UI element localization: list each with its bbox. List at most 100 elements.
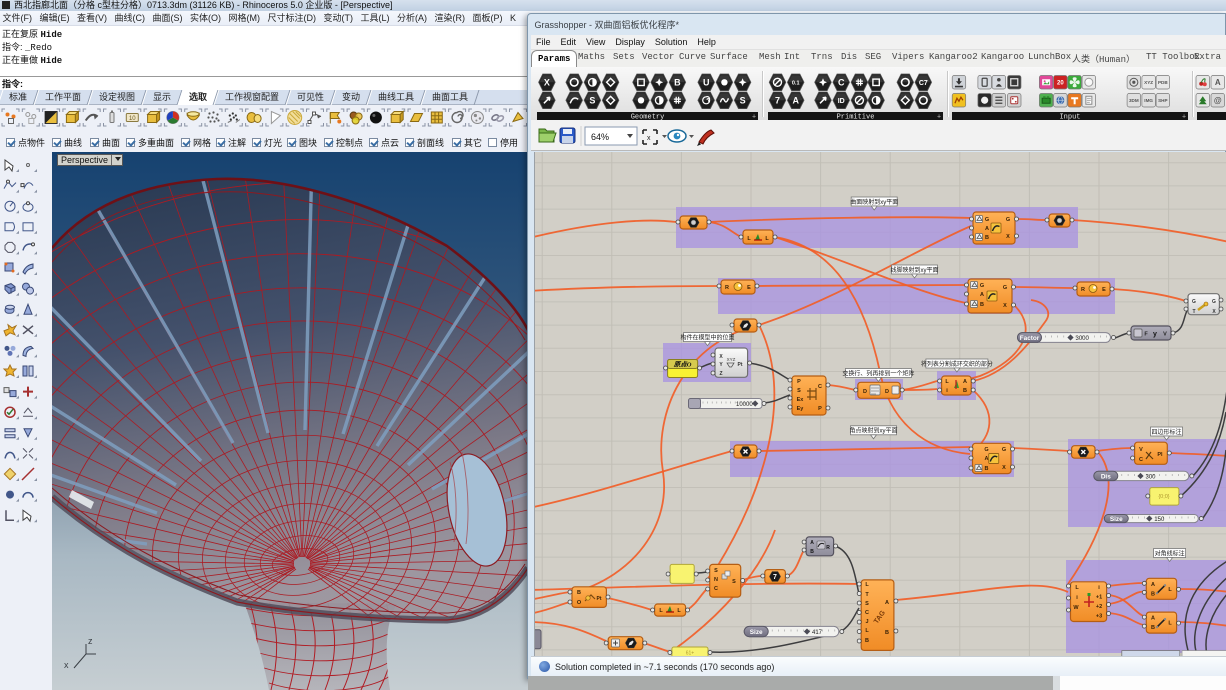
svg-text:G: G (1192, 299, 1196, 305)
svg-text:X: X (1002, 465, 1006, 471)
svg-text:O: O (577, 600, 582, 606)
svg-text:C: C (838, 78, 845, 88)
svg-text:G: G (1002, 447, 1006, 453)
svg-text:原点O: 原点O (673, 361, 692, 369)
svg-text:X: X (544, 78, 550, 88)
svg-text:7: 7 (775, 96, 780, 106)
svg-text:Size: Size (1110, 516, 1123, 523)
svg-text:C: C (714, 586, 718, 592)
svg-text:B: B (674, 78, 681, 88)
svg-text:ID: ID (838, 98, 845, 105)
svg-text:XYZ: XYZ (1144, 80, 1153, 85)
svg-text:B: B (1151, 625, 1155, 631)
svg-text:A: A (810, 540, 814, 546)
svg-text:W: W (1073, 605, 1079, 611)
svg-text:B: B (963, 388, 967, 394)
svg-text:417: 417 (812, 630, 823, 636)
svg-text:Factor: Factor (1020, 335, 1040, 342)
svg-text:R: R (826, 545, 830, 551)
svg-text:C: C (1139, 457, 1143, 463)
svg-text:对角线标注: 对角线标注 (1155, 549, 1185, 557)
svg-text:A: A (1151, 616, 1155, 622)
svg-text:S: S (740, 96, 746, 106)
svg-text:C: C (818, 384, 822, 390)
svg-text:+1: +1 (1096, 595, 1102, 601)
svg-text:B: B (985, 466, 989, 472)
svg-text:A: A (885, 600, 889, 606)
svg-text:150: 150 (1154, 517, 1165, 523)
svg-text:D: D (885, 389, 889, 395)
svg-text:S: S (797, 388, 801, 394)
svg-text:z: z (88, 636, 93, 646)
svg-text:将列表分割成环交织的部分: 将列表分割成环交织的部分 (921, 360, 993, 368)
svg-text:G: G (984, 447, 988, 453)
svg-text:B: B (885, 630, 889, 636)
svg-text:3000: 3000 (1076, 336, 1090, 342)
svg-text:P: P (797, 379, 801, 385)
svg-text:PDB: PDB (1158, 80, 1168, 85)
svg-text:B: B (985, 235, 989, 241)
svg-text:S: S (732, 579, 736, 585)
svg-text:y: y (1153, 331, 1157, 338)
svg-text:Dis: Dis (1101, 473, 1111, 480)
svg-text:A: A (963, 379, 967, 385)
svg-text:R: R (1081, 287, 1085, 293)
svg-text:S: S (714, 568, 718, 574)
svg-text:Pt: Pt (597, 596, 602, 602)
svg-text:G: G (1006, 217, 1010, 223)
svg-text:B: B (980, 302, 984, 308)
svg-text:+3: +3 (1096, 614, 1102, 620)
svg-text:10: 10 (129, 116, 136, 122)
svg-text:交换行、列再排到一个矩阵: 交换行、列再排到一个矩阵 (842, 369, 914, 377)
svg-text:G: G (1003, 285, 1007, 291)
svg-text:N: N (714, 577, 718, 583)
svg-text:Z: Z (719, 371, 722, 377)
svg-text:A: A (1215, 78, 1221, 87)
svg-text:A: A (985, 456, 989, 462)
svg-text:XYZ: XYZ (727, 357, 736, 362)
svg-text:0.1: 0.1 (792, 80, 800, 86)
svg-text:A: A (1151, 582, 1155, 588)
svg-text:SHP: SHP (1158, 98, 1167, 103)
svg-text:E: E (747, 285, 751, 291)
svg-text:R: R (725, 285, 729, 291)
svg-text:J: J (865, 619, 868, 625)
svg-text:10000: 10000 (736, 402, 753, 408)
svg-text:A: A (985, 226, 989, 232)
svg-text:7: 7 (773, 574, 777, 581)
svg-text:G: G (1212, 299, 1216, 305)
svg-text:E: E (1102, 287, 1106, 293)
svg-text:V: V (1163, 332, 1167, 338)
svg-text:A: A (792, 96, 799, 106)
svg-text:V: V (1139, 447, 1143, 453)
svg-text:U: U (703, 78, 710, 88)
svg-text:四边形标注: 四边形标注 (1151, 428, 1181, 436)
svg-text:Ey: Ey (797, 406, 805, 412)
svg-text:C: C (865, 610, 869, 616)
svg-text:B: B (577, 590, 581, 596)
svg-text:IMG: IMG (1144, 98, 1153, 103)
svg-text:Pl: Pl (1157, 452, 1163, 458)
svg-text:64%: 64% (591, 132, 609, 142)
svg-text:D: D (863, 389, 867, 395)
svg-text:T: T (1192, 309, 1195, 315)
svg-text:+2: +2 (1096, 604, 1102, 610)
svg-text:Pt: Pt (738, 362, 743, 368)
svg-text:x: x (647, 135, 651, 142)
svg-text:S: S (865, 601, 869, 607)
svg-text:C7: C7 (919, 80, 928, 87)
svg-text:A: A (980, 292, 984, 298)
svg-text:线脚映射到xy平面: 线脚映射到xy平面 (890, 266, 938, 274)
svg-text:G: G (985, 217, 989, 223)
svg-text:3DM: 3DM (1129, 98, 1139, 103)
svg-text:角点映射到xy平面: 角点映射到xy平面 (849, 427, 897, 435)
svg-text:Ex: Ex (797, 397, 805, 403)
svg-text:B: B (1151, 591, 1155, 597)
svg-text:X: X (1006, 234, 1010, 240)
svg-text:@: @ (1214, 96, 1222, 105)
svg-text:Size: Size (750, 629, 763, 636)
svg-text:B: B (865, 638, 869, 644)
svg-text:曲面映射到xy平面: 曲面映射到xy平面 (850, 198, 898, 206)
svg-text:{0;0}: {0;0} (1158, 494, 1169, 500)
svg-text:300: 300 (1146, 474, 1157, 480)
